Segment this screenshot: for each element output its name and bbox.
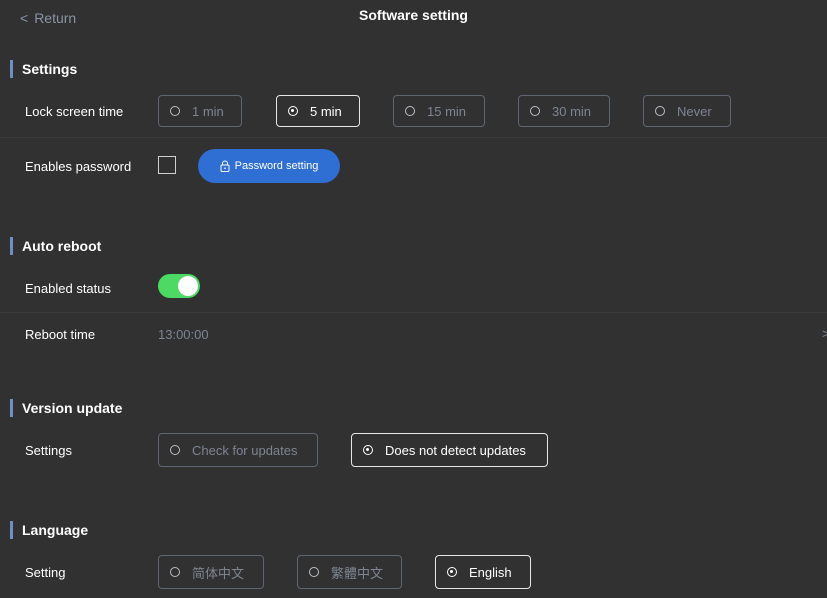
lock-option-label: 1 min: [192, 103, 224, 119]
section-version-update-title: Version update: [22, 400, 123, 416]
lock-option-1min[interactable]: 1 min: [158, 95, 242, 127]
language-option-label: 繁體中文: [331, 565, 384, 581]
divider: [0, 137, 827, 138]
page-title: Software setting: [359, 7, 468, 23]
lock-option-30min[interactable]: 30 min: [518, 95, 610, 127]
language-setting-label: Setting: [25, 565, 66, 580]
radio-icon: [170, 445, 180, 455]
auto-reboot-toggle[interactable]: [158, 274, 200, 298]
top-bar: < Return Software setting: [0, 0, 827, 36]
section-language-title: Language: [22, 522, 89, 538]
radio-icon: [655, 106, 665, 116]
section-settings: Settings: [10, 59, 77, 79]
enables-password-label: Enables password: [25, 159, 132, 174]
radio-selected-icon: [288, 106, 298, 116]
password-setting-button[interactable]: Password setting: [198, 149, 340, 183]
enables-password-checkbox[interactable]: [158, 156, 176, 174]
lock-option-label: Never: [677, 103, 712, 119]
radio-icon: [530, 106, 540, 116]
language-option-traditional-chinese[interactable]: 繁體中文: [297, 555, 402, 589]
radio-icon: [405, 106, 415, 116]
section-accent-bar: [10, 521, 13, 539]
lock-option-never[interactable]: Never: [643, 95, 731, 127]
lock-option-label: 15 min: [427, 103, 467, 119]
section-settings-title: Settings: [22, 61, 78, 77]
section-accent-bar: [10, 237, 13, 255]
password-setting-label: Password setting: [234, 160, 319, 172]
lock-option-label: 5 min: [310, 103, 342, 119]
lock-icon: [220, 160, 230, 172]
language-option-label: English: [469, 564, 512, 580]
lock-option-label: 30 min: [552, 103, 592, 119]
version-option-label: Check for updates: [192, 442, 298, 458]
lock-option-5min[interactable]: 5 min: [276, 95, 360, 127]
radio-icon: [170, 106, 180, 116]
does-not-detect-updates-option[interactable]: Does not detect updates: [351, 433, 548, 467]
version-option-label: Does not detect updates: [385, 442, 526, 458]
section-auto-reboot: Auto reboot: [10, 236, 101, 256]
reboot-time-label: Reboot time: [25, 327, 96, 342]
check-for-updates-option[interactable]: Check for updates: [158, 433, 318, 467]
reboot-time-value[interactable]: 13:00:00: [158, 327, 209, 342]
radio-selected-icon: [363, 445, 373, 455]
radio-icon: [309, 567, 319, 577]
toggle-knob: [178, 276, 198, 296]
section-version-update: Version update: [10, 398, 122, 418]
chevron-right-icon[interactable]: >: [822, 326, 827, 341]
divider: [0, 312, 827, 313]
section-auto-reboot-title: Auto reboot: [22, 238, 102, 254]
language-option-english[interactable]: English: [435, 555, 531, 589]
language-option-simplified-chinese[interactable]: 简体中文: [158, 555, 264, 589]
section-accent-bar: [10, 60, 13, 78]
enabled-status-label: Enabled status: [25, 281, 112, 296]
section-language: Language: [10, 520, 88, 540]
radio-selected-icon: [447, 567, 457, 577]
radio-icon: [170, 567, 180, 577]
version-settings-label: Settings: [25, 443, 72, 458]
language-option-label: 简体中文: [192, 565, 245, 581]
section-accent-bar: [10, 399, 13, 417]
lock-option-15min[interactable]: 15 min: [393, 95, 485, 127]
lock-screen-label: Lock screen time: [25, 104, 124, 119]
